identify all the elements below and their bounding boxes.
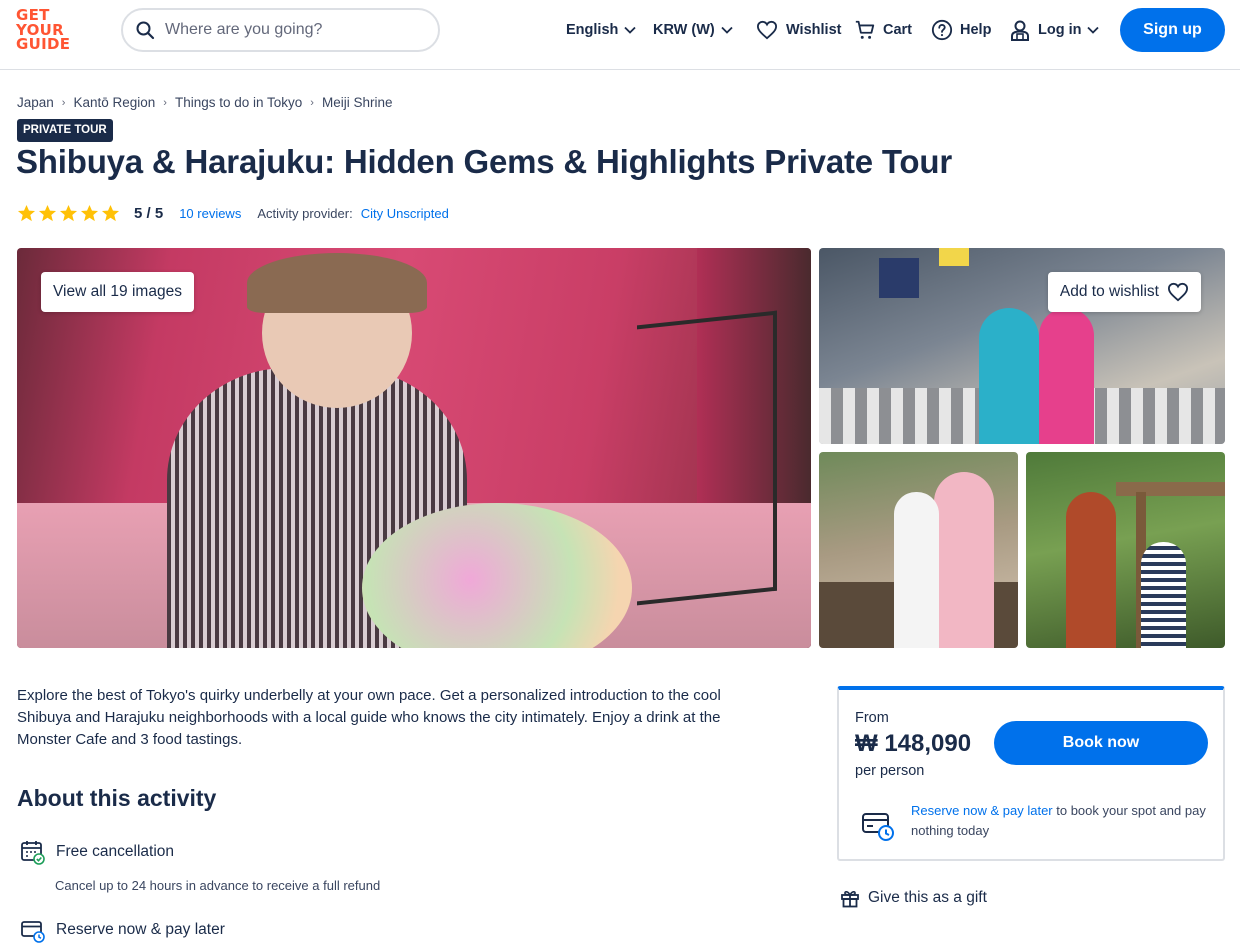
photo-decoration — [1039, 308, 1094, 444]
heart-icon — [1167, 282, 1189, 302]
reserve-note: Reserve now & pay later to book your spo… — [911, 801, 1211, 841]
price-value: ₩ 148,090 — [855, 730, 972, 757]
sign-up-button[interactable]: Sign up — [1120, 8, 1225, 52]
breadcrumb-separator-icon: › — [163, 96, 167, 109]
photo-decoration — [1066, 492, 1116, 648]
calendar-check-icon — [21, 841, 45, 865]
photo-decoration — [939, 248, 969, 266]
provider-link[interactable]: City Unscripted — [361, 206, 449, 221]
breadcrumb-japan[interactable]: Japan — [17, 95, 54, 110]
heart-icon — [756, 20, 778, 40]
photo-meiji-shrine-gate[interactable] — [1026, 452, 1225, 648]
price-per-label: per person — [855, 763, 925, 779]
cart-link[interactable]: Cart — [854, 17, 912, 43]
price-from-label: From — [855, 710, 889, 726]
main-photo[interactable]: View all 19 images — [17, 248, 811, 648]
photo-decoration — [934, 472, 994, 648]
breadcrumb-kanto-region[interactable]: Kantō Region — [73, 95, 155, 110]
star-rating — [17, 204, 120, 223]
star-icon — [17, 204, 36, 221]
breadcrumb-separator-icon: › — [310, 96, 314, 109]
photo-decoration — [1116, 482, 1225, 496]
help-link[interactable]: Help — [931, 17, 991, 43]
feature-title: Free cancellation — [56, 843, 175, 860]
photo-decoration — [1141, 542, 1186, 648]
breadcrumb-things-to-do-tokyo[interactable]: Things to do in Tokyo — [175, 95, 302, 110]
breadcrumb-separator-icon: › — [61, 96, 66, 109]
rating-row: 5 / 5 10 reviews Activity provider: City… — [17, 202, 449, 224]
add-to-wishlist-button[interactable]: Add to wishlist — [1047, 272, 1201, 312]
photo-decoration — [879, 258, 919, 298]
photo-shrine-purification[interactable] — [819, 452, 1018, 648]
language-label: English — [566, 22, 619, 38]
chevron-down-icon — [624, 26, 637, 34]
reviews-link[interactable]: 10 reviews — [179, 206, 241, 221]
help-label: Help — [960, 22, 992, 38]
wishlist-link[interactable]: Wishlist — [756, 17, 841, 43]
feature-reserve-pay-later: Reserve now & pay later — [20, 917, 225, 943]
logo-line-3: GUIDE — [16, 35, 71, 53]
card-clock-icon — [862, 813, 894, 841]
help-icon — [931, 19, 953, 41]
star-icon — [59, 204, 78, 221]
gift-icon — [841, 891, 859, 908]
cart-label: Cart — [883, 22, 913, 38]
wishlist-label: Wishlist — [786, 22, 842, 38]
give-as-gift-link[interactable]: Give this as a gift — [840, 888, 987, 908]
photo-decoration — [247, 253, 427, 313]
currency-label: KRW (W) — [653, 22, 715, 38]
photo-decoration — [637, 310, 777, 606]
feature-free-cancellation: Free cancellation — [20, 839, 174, 865]
feature-subtitle: Cancel up to 24 hours in advance to rece… — [55, 878, 381, 893]
login-menu[interactable]: Log in — [1010, 17, 1100, 43]
photo-decoration — [979, 308, 1039, 444]
search-bar[interactable] — [121, 8, 440, 52]
view-all-images-button[interactable]: View all 19 images — [41, 272, 194, 312]
chevron-down-icon — [721, 26, 733, 34]
provider-label: Activity provider: — [257, 205, 353, 221]
user-icon — [1011, 20, 1029, 41]
cart-icon — [855, 20, 875, 39]
activity-description: Explore the best of Tokyo's quirky under… — [17, 687, 721, 748]
login-label: Log in — [1038, 22, 1082, 38]
search-icon — [136, 21, 155, 40]
getyourguide-logo[interactable]: GET YOUR GUIDE — [16, 8, 76, 54]
card-clock-icon — [21, 921, 45, 943]
booking-card: From ₩ 148,090 per person Book now Reser… — [837, 686, 1225, 861]
star-icon — [38, 204, 57, 221]
star-icon — [80, 204, 99, 221]
photo-decoration — [894, 492, 939, 648]
top-header: GET YOUR GUIDE English KRW (W) Wishlist … — [0, 0, 1240, 70]
book-now-button[interactable]: Book now — [994, 721, 1208, 765]
rating-score: 5 / 5 — [134, 204, 164, 222]
private-tour-badge: PRIVATE TOUR — [17, 119, 113, 142]
breadcrumb: Japan › Kantō Region › Things to do in T… — [17, 95, 392, 110]
feature-title: Reserve now & pay later — [56, 921, 225, 938]
language-selector[interactable]: English — [566, 17, 637, 43]
add-to-wishlist-label: Add to wishlist — [1059, 283, 1159, 300]
gift-label: Give this as a gift — [868, 889, 987, 906]
breadcrumb-meiji-shrine[interactable]: Meiji Shrine — [322, 95, 393, 110]
photo-shibuya-crossing[interactable]: Add to wishlist — [819, 248, 1225, 444]
reserve-now-pay-later-link[interactable]: Reserve now & pay later — [911, 803, 1053, 818]
star-icon — [101, 204, 120, 221]
search-input[interactable] — [165, 21, 405, 39]
page-title: Shibuya & Harajuku: Hidden Gems & Highli… — [16, 143, 952, 180]
about-heading: About this activity — [17, 785, 217, 811]
currency-selector[interactable]: KRW (W) — [653, 17, 734, 43]
chevron-down-icon — [1086, 26, 1099, 34]
